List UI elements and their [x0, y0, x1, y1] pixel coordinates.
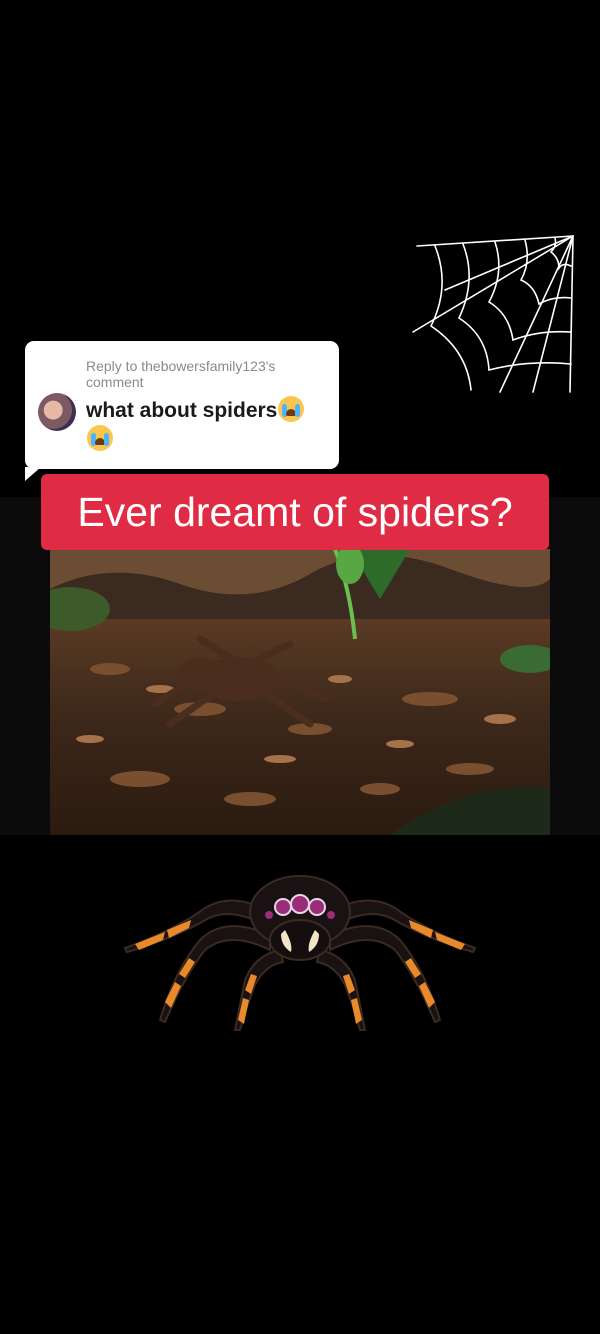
reply-label: Reply to thebowersfamily123's comment: [86, 358, 276, 390]
forest-floor-scene: [50, 549, 550, 835]
video-caption: Ever dreamt of spiders?: [41, 474, 549, 550]
avatar[interactable]: [38, 393, 76, 431]
comment-text: what about spiders: [86, 396, 336, 454]
loudly-crying-face-emoji-icon: [87, 425, 113, 451]
card-tail: [25, 467, 41, 481]
loudly-crying-face-emoji-icon: [278, 396, 305, 422]
cartoon-spider-icon: [123, 875, 477, 1031]
video-frame[interactable]: [50, 549, 550, 835]
comment-reply-card[interactable]: Reply to thebowersfamily123's comment wh…: [25, 341, 339, 481]
spider-web-icon: [412, 235, 574, 393]
comment-body: what about spiders: [86, 399, 278, 422]
